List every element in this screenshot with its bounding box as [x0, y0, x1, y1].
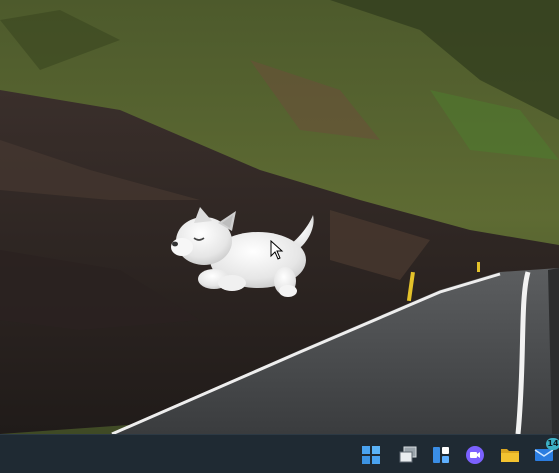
start-icon[interactable] [360, 444, 382, 466]
file-explorer-icon[interactable] [499, 444, 521, 466]
chat-icon[interactable] [464, 444, 486, 466]
desktop-pet-puppy[interactable] [170, 205, 320, 301]
mail-icon[interactable]: 14 [533, 438, 559, 466]
mouse-cursor-icon [270, 240, 284, 260]
widgets-icon[interactable] [430, 444, 452, 466]
desktop-wallpaper [0, 0, 559, 434]
task-view-icon[interactable] [397, 444, 419, 466]
taskbar: 14 [0, 434, 559, 473]
mail-badge: 14 [546, 438, 559, 450]
